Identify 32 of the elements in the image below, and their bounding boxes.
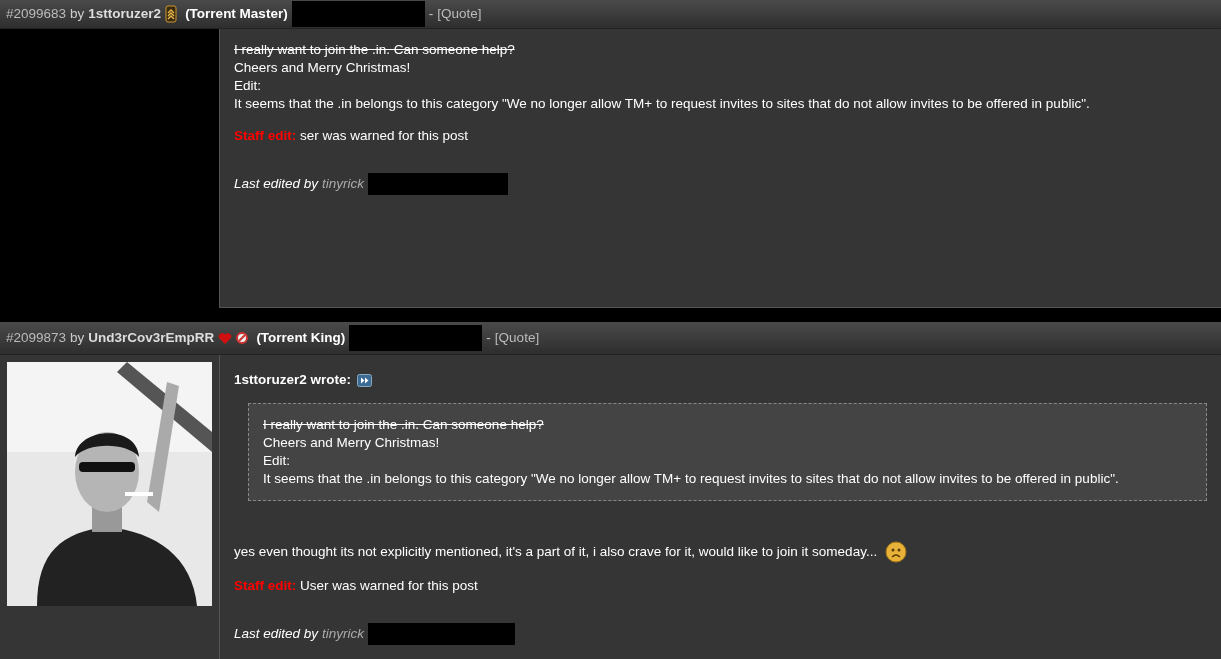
text-line: Edit: [234, 77, 262, 95]
author-link[interactable]: Und3rCov3rEmpRR [88, 327, 215, 349]
post-number: #2099873 [6, 328, 67, 347]
last-edited-label: Last edited by [234, 625, 319, 643]
text-line: I really want to join the .in. Can someone help? [263, 416, 545, 434]
forward-icon [357, 373, 373, 387]
quote-link[interactable]: [Quote] [437, 3, 482, 25]
staff-edit-note: Staff edit: ser was warned for this post [234, 127, 470, 145]
text-line: yes even thought its not explicitly mentioned, it's a part of it, i also crave for it, would like to join it someday... [234, 543, 878, 561]
by-label: by [70, 328, 85, 347]
separator: - [428, 4, 434, 23]
editor-link[interactable]: tinyrick [322, 175, 365, 193]
prohibited-icon [236, 332, 249, 344]
heart-icon [218, 331, 233, 345]
user-class: (Torrent King) [256, 328, 346, 347]
text-line: I really want to join the .in. Can someone help? [234, 41, 516, 59]
quote-link[interactable]: [Quote] [494, 327, 540, 349]
staff-edit-note: Staff edit: User was warned for this post [234, 577, 479, 595]
last-edited-label: Last edited by [234, 175, 319, 193]
text-line: Edit: [263, 452, 291, 470]
by-label: by [70, 4, 85, 23]
separator: - [486, 328, 491, 347]
text-line: It seems that the .in belongs to this category "We no longer allow TM+ to request invites to sites that do not allow invites to be offered in public". [234, 95, 1091, 113]
user-class: (Torrent Master) [185, 4, 288, 23]
post-number: #2099683 [6, 4, 67, 23]
text-line: Cheers and Merry Christmas! [263, 434, 441, 452]
editor-link[interactable]: tinyrick [322, 625, 365, 643]
text-line: It seems that the .in belongs to this category "We no longer allow TM+ to request invites to sites that do not allow invites to be offered in public". [263, 470, 1120, 488]
rank-chevron-icon [165, 5, 178, 23]
quote-heading: 1sttoruzer2 wrote: [234, 371, 352, 389]
author-link[interactable]: 1sttoruzer2 [88, 3, 162, 25]
text-line: Cheers and Merry Christmas! [234, 59, 412, 77]
